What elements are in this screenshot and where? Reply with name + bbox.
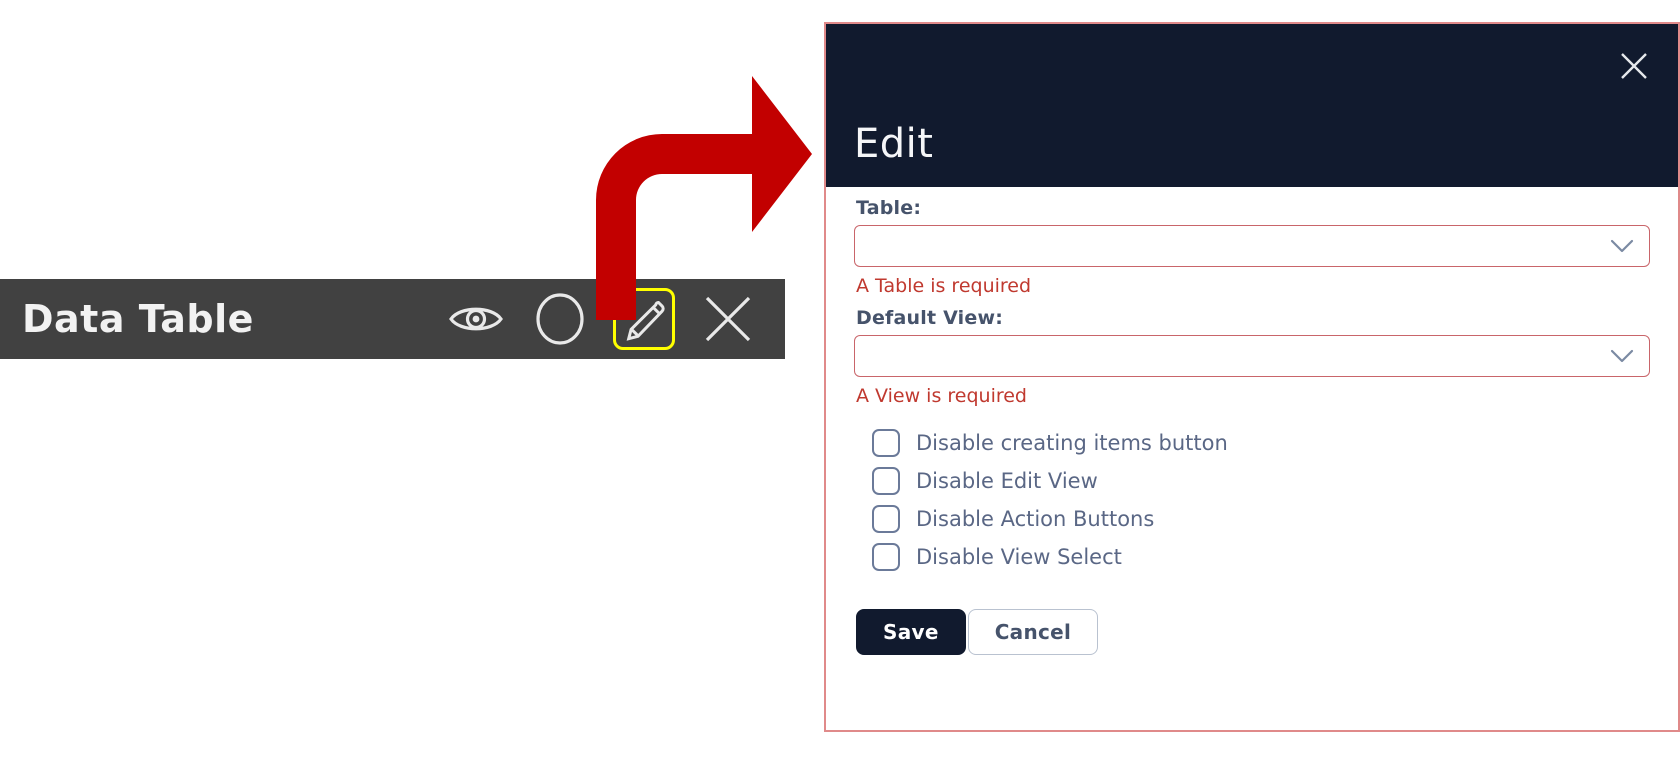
checkbox-label: Disable View Select bbox=[916, 545, 1122, 569]
options-checkbox-group: Disable creating items button Disable Ed… bbox=[872, 429, 1650, 571]
widget-toolbar-actions bbox=[445, 288, 767, 350]
save-button[interactable]: Save bbox=[856, 609, 966, 655]
close-x-icon[interactable] bbox=[697, 288, 759, 350]
widget-toolbar: Data Table bbox=[0, 279, 785, 359]
cancel-button[interactable]: Cancel bbox=[967, 609, 1099, 655]
table-required-error: A Table is required bbox=[856, 275, 1032, 297]
checkbox-label: Disable creating items button bbox=[916, 431, 1228, 455]
chevron-down-icon bbox=[1609, 238, 1635, 254]
checkbox-label: Disable Action Buttons bbox=[916, 507, 1155, 531]
widget-title: Data Table bbox=[22, 297, 254, 341]
checkbox-disable-edit-view[interactable]: Disable Edit View bbox=[872, 467, 1650, 495]
view-required-error: A View is required bbox=[856, 385, 1027, 407]
dialog-close-icon[interactable] bbox=[1612, 44, 1656, 88]
checkbox-disable-action-buttons[interactable]: Disable Action Buttons bbox=[872, 505, 1650, 533]
checkbox-disable-view-select[interactable]: Disable View Select bbox=[872, 543, 1650, 571]
preview-eye-icon[interactable] bbox=[445, 288, 507, 350]
default-view-field-label: Default View: bbox=[856, 307, 1004, 329]
checkbox-disable-creating-items-button[interactable]: Disable creating items button bbox=[872, 429, 1650, 457]
chevron-down-icon bbox=[1609, 348, 1635, 364]
checkbox-box-icon[interactable] bbox=[872, 505, 900, 533]
table-select[interactable] bbox=[854, 225, 1650, 267]
edit-dialog: Edit Table: A Table is required Default … bbox=[824, 22, 1680, 732]
checkbox-box-icon[interactable] bbox=[872, 467, 900, 495]
dialog-header: Edit bbox=[826, 24, 1678, 187]
default-view-select[interactable] bbox=[854, 335, 1650, 377]
dialog-body: Table: A Table is required Default View:… bbox=[826, 187, 1678, 730]
edit-pencil-icon[interactable] bbox=[613, 288, 675, 350]
dialog-actions: Save Cancel bbox=[856, 609, 1650, 655]
dialog-title: Edit bbox=[854, 121, 934, 167]
circle-icon[interactable] bbox=[529, 288, 591, 350]
table-field-label: Table: bbox=[856, 197, 922, 219]
checkbox-label: Disable Edit View bbox=[916, 469, 1098, 493]
checkbox-box-icon[interactable] bbox=[872, 429, 900, 457]
checkbox-box-icon[interactable] bbox=[872, 543, 900, 571]
